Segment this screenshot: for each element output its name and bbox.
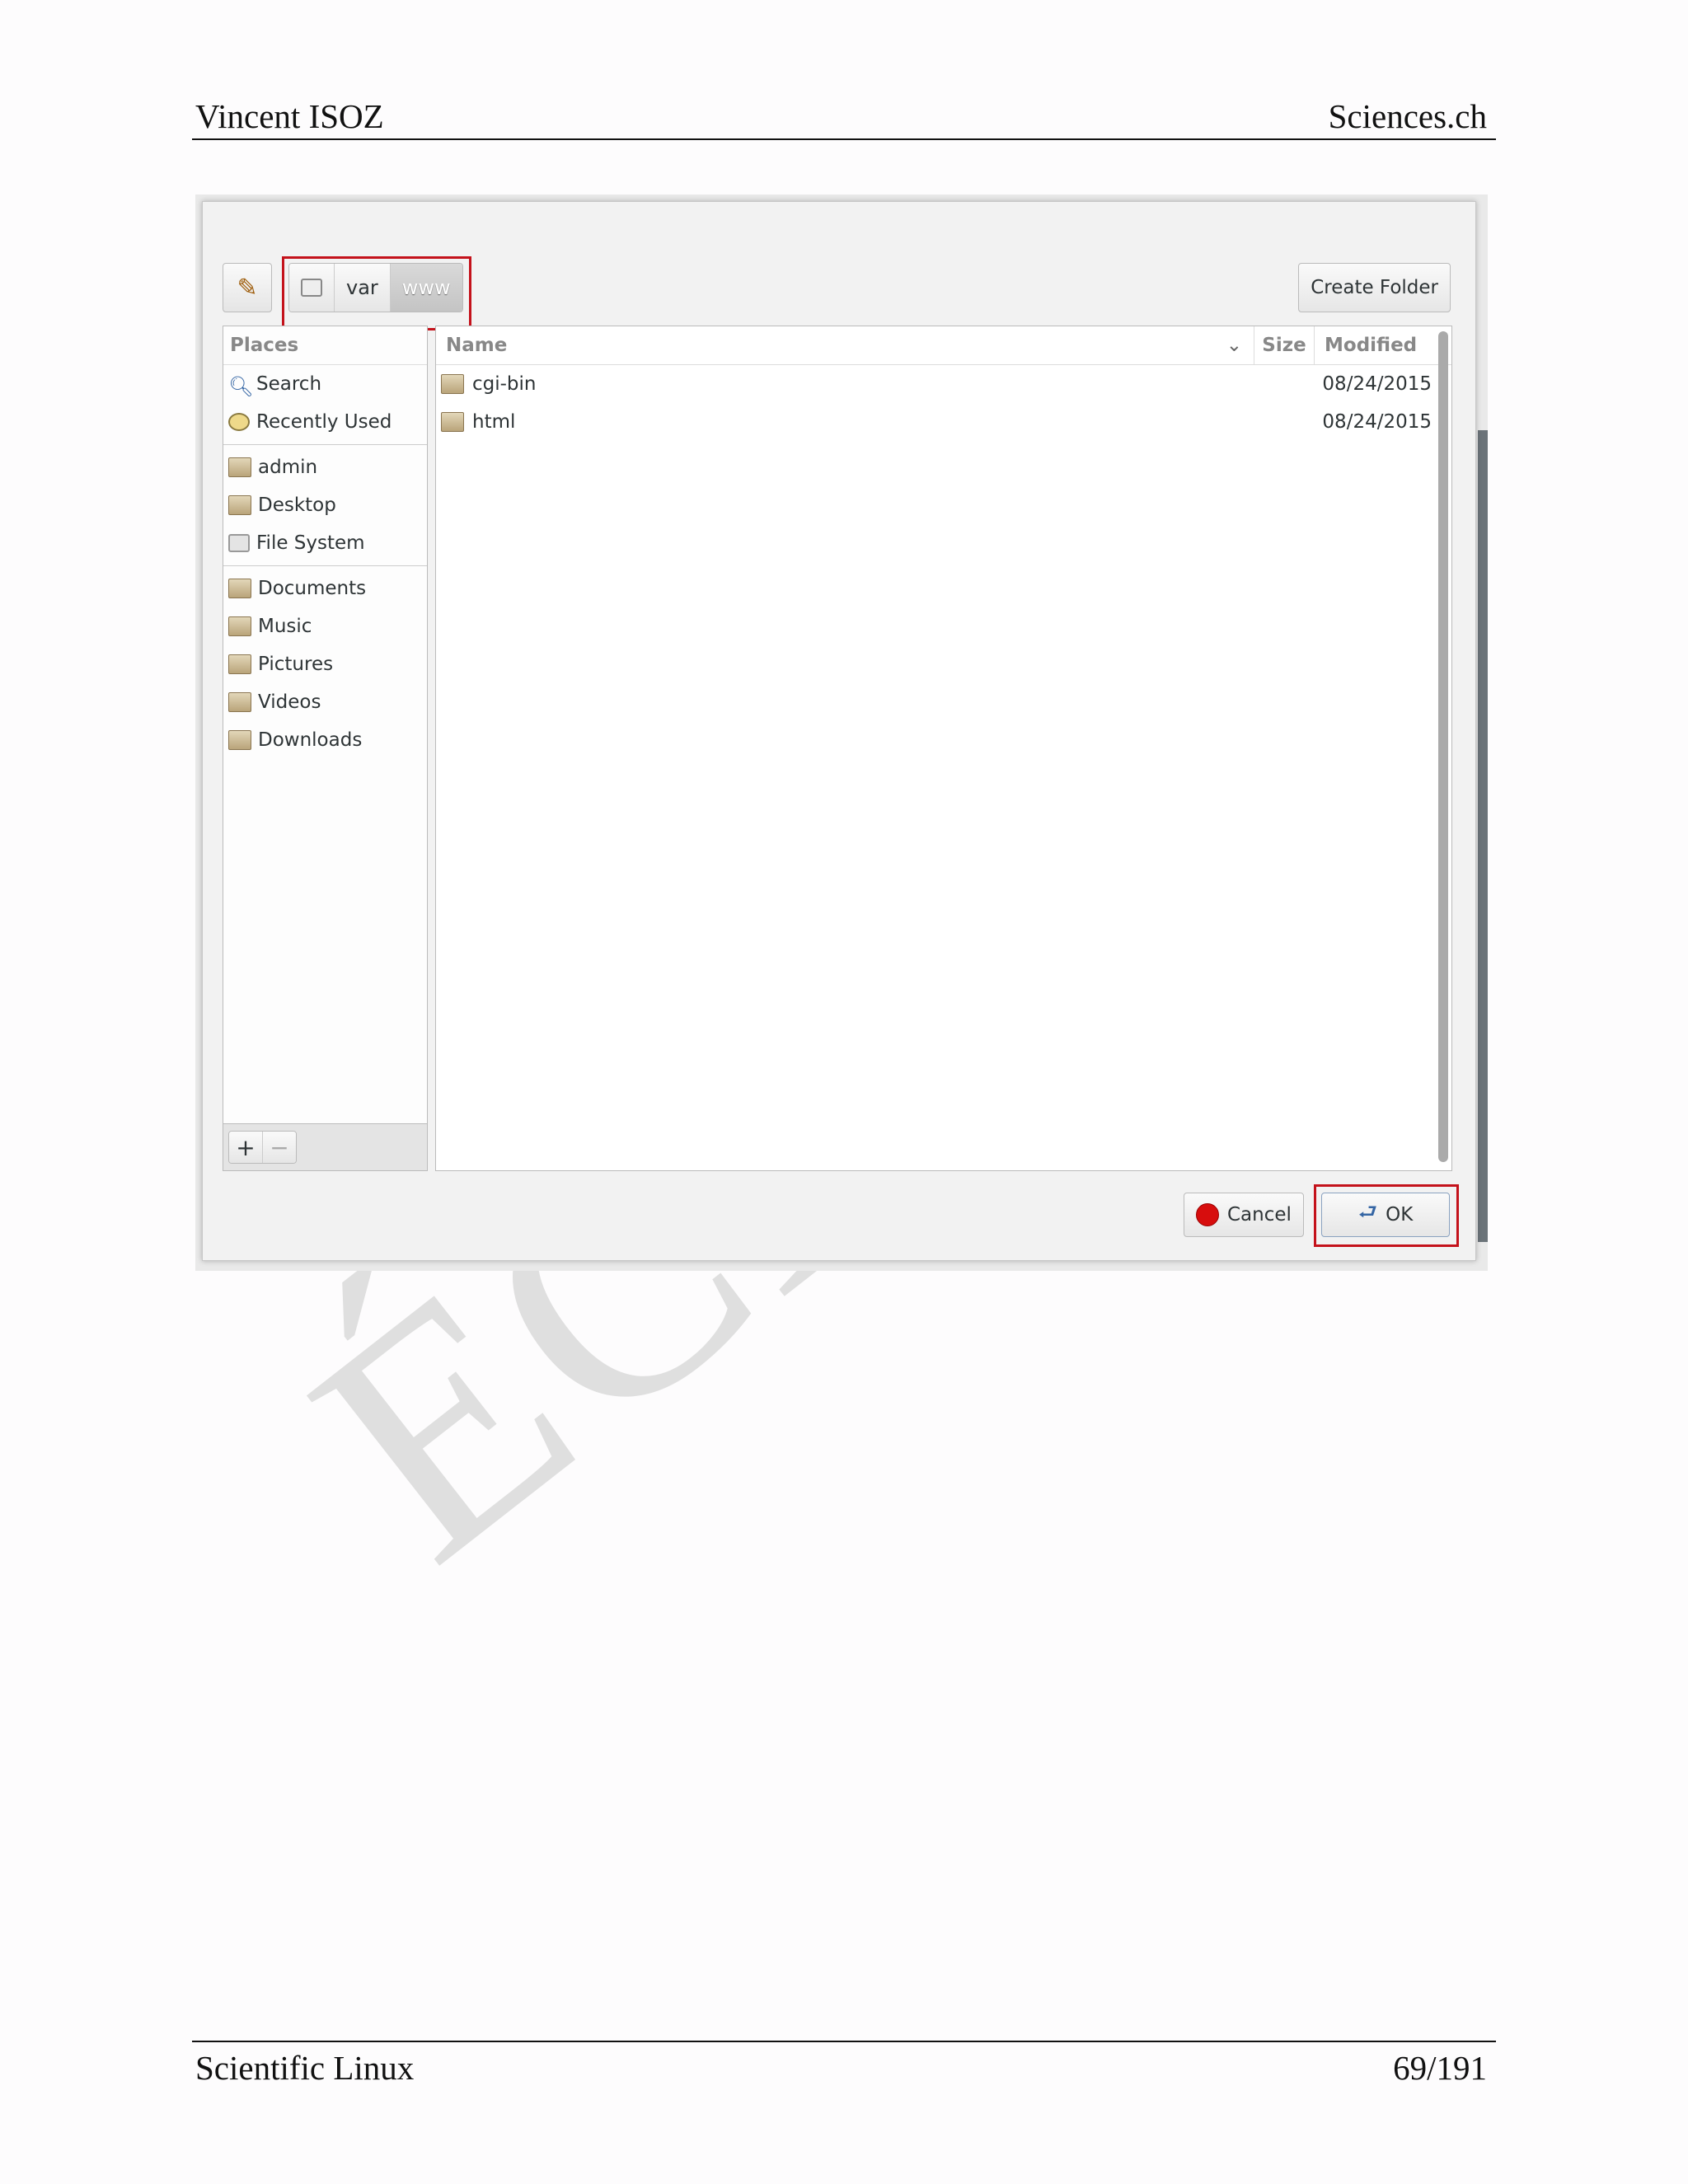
place-music[interactable]: Music — [223, 607, 427, 645]
page-footer-title: Scientific Linux — [195, 2049, 415, 2087]
column-modified-header[interactable]: Modified — [1314, 326, 1448, 364]
file-name: cgi-bin — [472, 373, 537, 395]
add-bookmark-button[interactable]: + — [229, 1132, 262, 1163]
remove-bookmark-button[interactable]: − — [262, 1132, 296, 1163]
column-name-header[interactable]: Name ⌄ — [436, 326, 1254, 364]
place-file-system[interactable]: File System — [223, 524, 427, 562]
places-sidebar: Places 🔍︎ Search Recently Used admin Desk… — [223, 326, 428, 1171]
file-modified: 08/24/2015 — [1322, 411, 1432, 433]
edit-location-button[interactable]: ✎ — [223, 263, 272, 312]
file-name: html — [472, 411, 516, 433]
place-documents[interactable]: Documents — [223, 569, 427, 607]
column-name-label: Name — [446, 335, 508, 356]
stop-icon — [1196, 1203, 1219, 1226]
place-desktop[interactable]: Desktop — [223, 486, 427, 524]
scrollbar[interactable] — [1438, 331, 1448, 1162]
place-label: Downloads — [258, 729, 363, 751]
file-modified: 08/24/2015 — [1322, 373, 1432, 395]
downloads-folder-icon — [228, 730, 251, 750]
place-search[interactable]: 🔍︎ Search — [223, 365, 427, 403]
place-label: Search — [256, 373, 322, 395]
place-pictures[interactable]: Pictures — [223, 645, 427, 683]
folder-icon — [441, 374, 464, 394]
home-folder-icon — [228, 457, 251, 477]
chevron-down-icon: ⌄ — [1226, 335, 1242, 356]
folder-icon — [441, 412, 464, 432]
place-admin[interactable]: admin — [223, 448, 427, 486]
disk-icon — [228, 534, 250, 552]
place-label: Desktop — [258, 494, 336, 516]
page-header-author: Vincent ISOZ — [195, 97, 384, 135]
place-label: admin — [258, 457, 318, 478]
place-videos[interactable]: Videos — [223, 683, 427, 721]
place-label: Pictures — [258, 654, 334, 675]
background-window-edge — [1478, 430, 1488, 1242]
place-label: Recently Used — [256, 411, 392, 433]
documents-folder-icon — [228, 579, 251, 598]
ok-highlight-box — [1314, 1184, 1459, 1247]
file-chooser-dialog: ✎ var www Create Folder Places 🔍︎ Search … — [202, 201, 1476, 1261]
videos-folder-icon — [228, 692, 251, 712]
places-footer: + − — [223, 1123, 427, 1170]
path-highlight-box — [282, 256, 471, 330]
file-list-header: Name ⌄ Size Modified — [436, 326, 1451, 365]
clock-icon — [228, 413, 250, 431]
cancel-button[interactable]: Cancel — [1184, 1193, 1304, 1237]
column-size-header[interactable]: Size — [1254, 326, 1314, 364]
pencil-icon: ✎ — [237, 273, 258, 302]
cancel-label: Cancel — [1227, 1204, 1292, 1226]
places-separator — [223, 444, 427, 445]
dialog-screenshot: ✎ var www Create Folder Places 🔍︎ Search … — [195, 194, 1488, 1271]
place-label: File System — [256, 532, 365, 554]
music-folder-icon — [228, 616, 251, 636]
places-separator — [223, 565, 427, 566]
place-label: Documents — [258, 578, 367, 599]
file-row[interactable]: cgi-bin 08/24/2015 — [436, 365, 1451, 403]
place-label: Music — [258, 616, 312, 637]
place-label: Videos — [258, 691, 321, 713]
create-folder-button[interactable]: Create Folder — [1298, 263, 1451, 312]
place-downloads[interactable]: Downloads — [223, 721, 427, 759]
file-list: Name ⌄ Size Modified cgi-bin 08/24/2015 h… — [435, 326, 1452, 1171]
file-row[interactable]: html 08/24/2015 — [436, 403, 1451, 441]
bookmark-buttons: + − — [228, 1131, 297, 1164]
place-recently-used[interactable]: Recently Used — [223, 403, 427, 441]
page-number: 69/191 — [1393, 2049, 1487, 2087]
search-icon: 🔍︎ — [228, 375, 254, 398]
footer-rule — [192, 2041, 1496, 2042]
places-header: Places — [223, 326, 427, 365]
pictures-folder-icon — [228, 654, 251, 674]
desktop-folder-icon — [228, 495, 251, 515]
page-header-site: Sciences.ch — [1328, 97, 1487, 135]
header-rule — [192, 138, 1496, 140]
